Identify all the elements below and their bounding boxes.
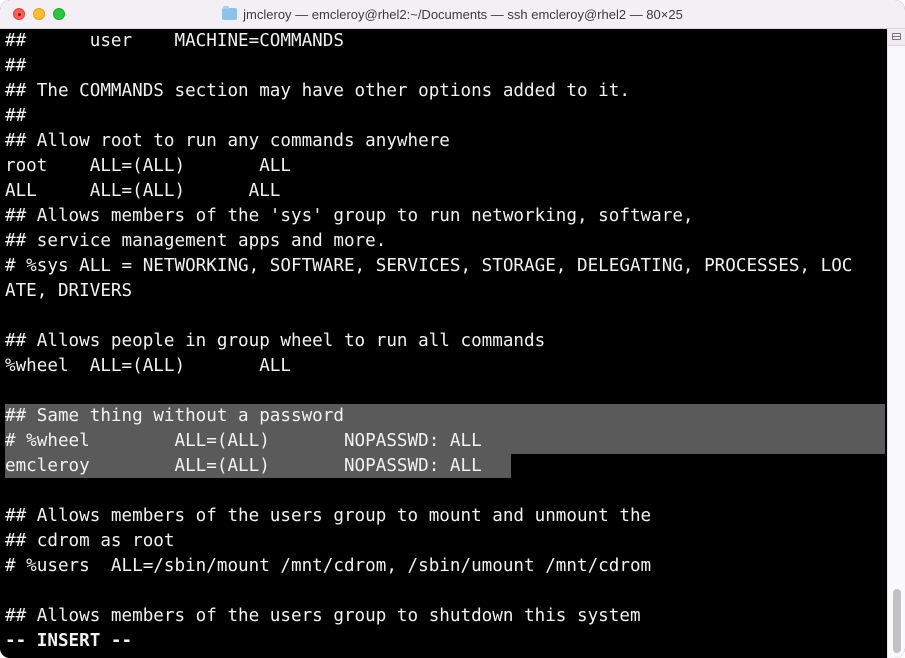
terminal-window: jmcleroy — emcleroy@rhel2:~/Documents — … [0, 0, 905, 658]
terminal-line: # %sys ALL = NETWORKING, SOFTWARE, SERVI… [5, 256, 853, 276]
terminal-line: ## [5, 106, 27, 126]
terminal-line-selected: emcleroy ALL=(ALL) NOPASSWD: ALL [5, 456, 482, 476]
terminal-line: ## user MACHINE=COMMANDS [5, 31, 344, 51]
terminal-line: ATE, DRIVERS [5, 281, 133, 301]
split-pane-icon [892, 33, 901, 40]
folder-icon [222, 6, 238, 20]
terminal-line: # %users ALL=/sbin/mount /mnt/cdrom, /sb… [5, 556, 652, 576]
terminal-line: ALL ALL=(ALL) ALL [5, 181, 281, 201]
vim-mode-indicator: -- INSERT -- [5, 631, 133, 651]
terminal-line: ## Allow root to run any commands anywhe… [5, 131, 450, 151]
terminal-line-selected: # %wheel ALL=(ALL) NOPASSWD: ALL [5, 431, 482, 451]
terminal-content[interactable]: ## user MACHINE=COMMANDS ## ## The COMMA… [0, 29, 887, 658]
terminal-line: ## The COMMANDS section may have other o… [5, 81, 630, 101]
window-title-container: jmcleroy — emcleroy@rhel2:~/Documents — … [0, 0, 905, 28]
terminal-line: %wheel ALL=(ALL) ALL [5, 356, 291, 376]
split-pane-button[interactable] [888, 29, 905, 46]
terminal-line: ## Allows people in group wheel to run a… [5, 331, 546, 351]
scrollbar-thumb[interactable] [893, 589, 901, 653]
title-bar[interactable]: jmcleroy — emcleroy@rhel2:~/Documents — … [0, 0, 905, 29]
terminal-line: ## cdrom as root [5, 531, 175, 551]
terminal-line: root ALL=(ALL) ALL [5, 156, 291, 176]
terminal-line: ## Allows members of the users group to … [5, 606, 641, 626]
terminal-line: ## [5, 56, 27, 76]
terminal-line-selected: ## Same thing without a password [5, 406, 344, 426]
window-title: jmcleroy — emcleroy@rhel2:~/Documents — … [243, 6, 683, 22]
vertical-scrollbar[interactable] [887, 29, 905, 658]
terminal-line: ## Allows members of the users group to … [5, 506, 652, 526]
terminal-line: ## Allows members of the 'sys' group to … [5, 206, 694, 226]
terminal-line: ## service management apps and more. [5, 231, 387, 251]
